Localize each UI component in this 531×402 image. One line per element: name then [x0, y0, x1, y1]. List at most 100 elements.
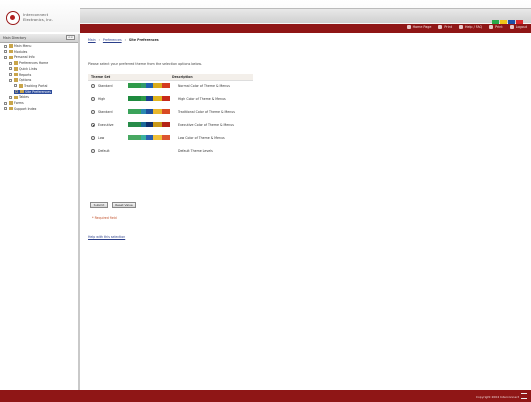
expand-toggle-icon[interactable] — [9, 78, 12, 82]
folder-icon — [18, 84, 23, 88]
nav-link-label: Print — [444, 25, 452, 29]
column-header-description: Description — [172, 75, 193, 79]
sidebar-item[interactable]: Site Preferences — [14, 89, 52, 94]
nav-link-label: Print — [495, 25, 503, 29]
theme-name: High — [98, 97, 106, 101]
theme-radio[interactable] — [91, 97, 95, 101]
folder-icon — [13, 95, 18, 100]
theme-radio[interactable] — [91, 110, 95, 114]
logout-icon — [509, 25, 514, 29]
swatch-segment — [128, 83, 141, 88]
nav-link[interactable]: Print — [489, 25, 503, 29]
sidebar-item-label: Options — [19, 78, 32, 83]
header-banner-strip — [80, 8, 531, 26]
nav-link[interactable]: Home Page — [406, 25, 431, 29]
theme-row: High High Color of Theme & Menus — [88, 95, 258, 103]
expand-toggle-icon[interactable] — [9, 67, 12, 71]
swatch-segment — [128, 122, 141, 127]
nav-link[interactable]: Logout — [509, 25, 527, 29]
expand-toggle-icon[interactable] — [14, 84, 17, 88]
swatch-segment — [145, 122, 154, 127]
nav-link-label: Help / FAQ — [465, 25, 483, 29]
nav-link[interactable]: Help / FAQ — [459, 25, 482, 29]
expand-toggle-icon[interactable] — [4, 50, 7, 54]
theme-radio[interactable] — [91, 149, 95, 153]
expand-toggle-icon[interactable] — [9, 61, 12, 65]
theme-radio[interactable] — [91, 123, 95, 127]
submit-button[interactable]: Submit — [90, 202, 108, 208]
swatch-segment — [128, 109, 141, 114]
expand-toggle-icon[interactable] — [4, 107, 7, 111]
sidebar-item[interactable]: Tracking Portal — [14, 84, 47, 88]
sidebar-item[interactable]: Reports — [9, 73, 31, 77]
folder-icon — [8, 55, 13, 60]
sidebar-item[interactable]: Preferences Home — [9, 61, 48, 65]
sidebar-item[interactable]: Personal Info — [4, 55, 35, 59]
print-icon — [438, 25, 443, 29]
swatch-segment — [161, 135, 170, 140]
reset-button[interactable]: Reset Value — [112, 202, 136, 208]
expand-toggle-icon[interactable] — [4, 44, 7, 48]
sidebar-item[interactable]: Forms — [4, 101, 24, 105]
folder-icon — [13, 78, 18, 82]
nav-link-label: Logout — [515, 25, 527, 29]
sidebar-header: Main Directory << — [0, 34, 78, 43]
sidebar-item-label: Preferences Home — [19, 61, 49, 66]
folder-icon — [8, 101, 13, 105]
theme-color-swatch — [128, 122, 170, 127]
expand-toggle-icon[interactable] — [9, 73, 12, 76]
swatch-segment — [145, 96, 154, 101]
theme-row: Standard Normal Color of Theme & Menus — [88, 82, 258, 90]
sidebar-item[interactable]: Tables — [9, 95, 29, 99]
main-content: Main › Preferences › Site Preferences Pl… — [82, 34, 531, 390]
theme-color-swatch — [128, 109, 170, 114]
app-footer: Copyright 2004 Interconnect — [0, 390, 531, 402]
sidebar-item[interactable]: Support Index — [4, 107, 36, 111]
theme-radio[interactable] — [91, 136, 95, 140]
theme-name: Default — [98, 149, 110, 153]
sidebar-item-label: Site Preferences — [25, 89, 51, 94]
swatch-segment — [161, 109, 170, 114]
swatch-segment — [161, 83, 170, 88]
sidebar-item[interactable]: Main Menu — [4, 44, 31, 48]
theme-description: Low Color of Theme & Menus — [178, 136, 225, 140]
sidebar-item-label: Support Index — [14, 106, 37, 111]
help-link[interactable]: Help with this selection — [88, 235, 125, 239]
company-logo — [6, 11, 20, 25]
nav-link[interactable]: Print — [438, 25, 452, 29]
theme-radio[interactable] — [91, 84, 95, 88]
breadcrumb-home-link[interactable]: Main — [88, 38, 96, 42]
swatch-segment — [128, 96, 141, 101]
sidebar-item-label: Modules — [14, 49, 28, 54]
folder-icon — [8, 49, 13, 54]
sidebar-item[interactable]: Options — [9, 78, 31, 82]
theme-name: Standard — [98, 84, 113, 88]
theme-name: Standard — [98, 110, 113, 114]
swatch-segment — [153, 96, 162, 101]
theme-color-swatch — [128, 83, 170, 88]
breadcrumb-section-link[interactable]: Preferences — [103, 38, 122, 42]
instructions-text: Please select your preferred theme from … — [88, 62, 202, 66]
theme-description: Normal Color of Theme & Menus — [178, 84, 230, 88]
folder-icon — [8, 106, 13, 111]
folder-icon — [13, 61, 18, 65]
breadcrumb: Main › Preferences › Site Preferences — [88, 38, 159, 42]
expand-toggle-icon[interactable] — [9, 95, 12, 99]
swatch-segment — [128, 135, 141, 140]
sidebar-item-label: Forms — [14, 101, 24, 105]
breadcrumb-separator: › — [98, 38, 100, 42]
sidebar-item[interactable]: Modules — [4, 50, 27, 54]
theme-row: Executive Executive Color of Theme & Menu… — [88, 121, 258, 129]
swatch-segment — [145, 83, 154, 88]
theme-row: Default Default Theme Levels — [88, 147, 258, 155]
expand-toggle-icon[interactable] — [4, 55, 7, 59]
expand-toggle-icon[interactable] — [4, 101, 7, 105]
theme-row: Low Low Color of Theme & Menus — [88, 134, 258, 142]
expand-toggle-icon[interactable] — [15, 90, 18, 94]
table-header: Theme Set Description — [88, 74, 253, 81]
swatch-segment — [153, 135, 162, 140]
collapse-sidebar-button[interactable]: << — [66, 35, 75, 40]
swatch-segment — [153, 83, 162, 88]
swatch-segment — [145, 135, 154, 140]
sidebar-item[interactable]: Quick Links — [9, 67, 37, 71]
